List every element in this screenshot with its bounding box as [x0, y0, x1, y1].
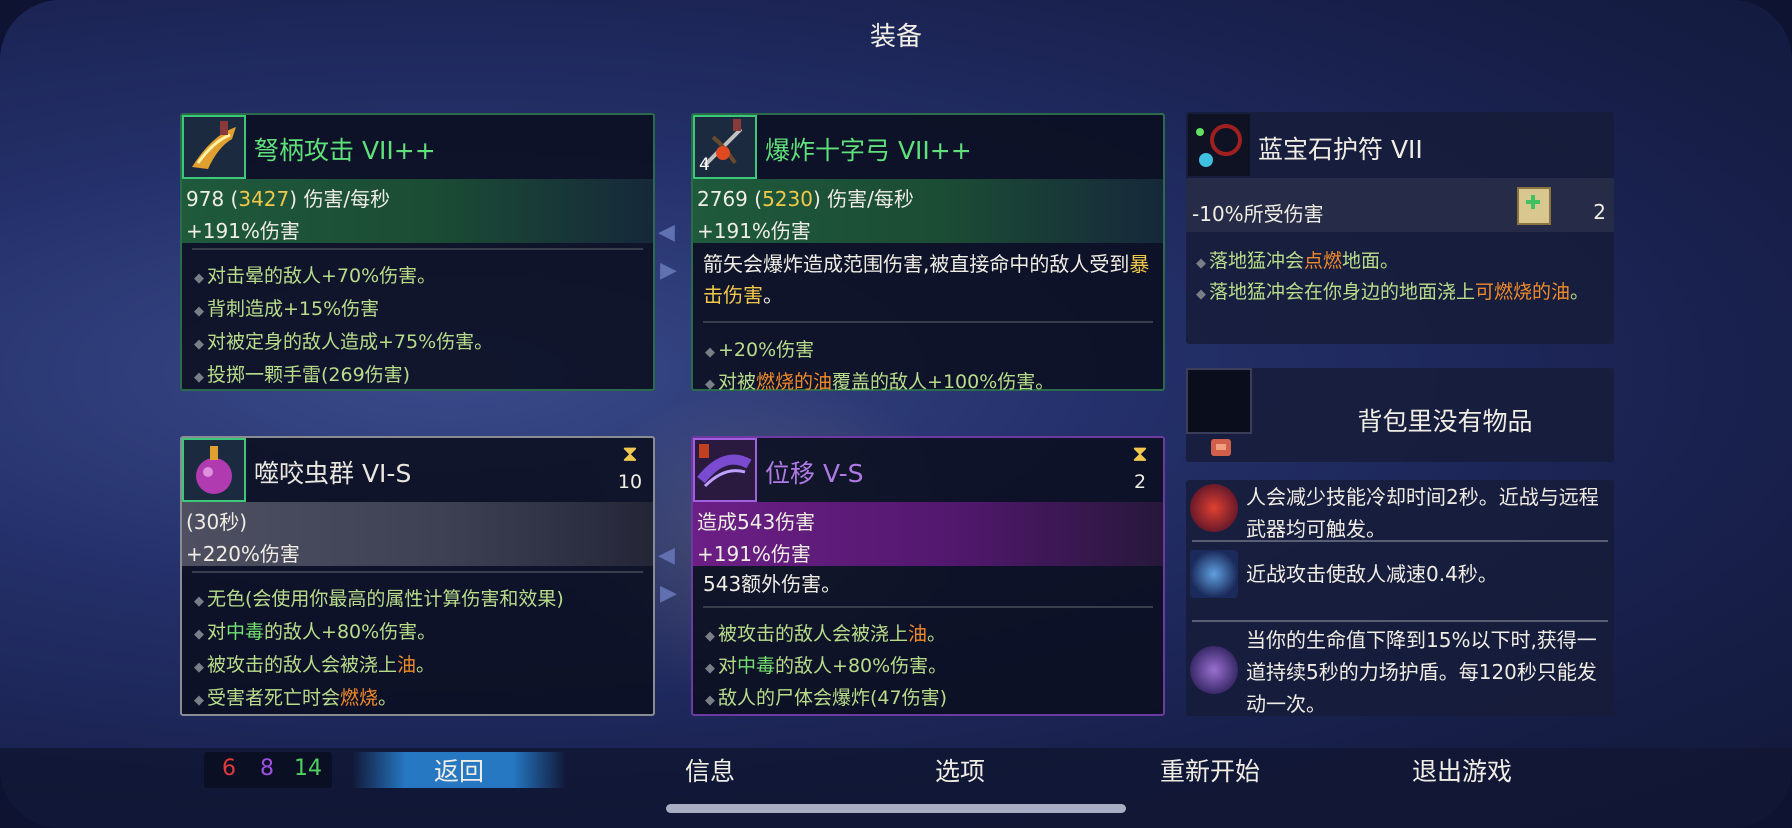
explosive-crossbow-icon: 4	[693, 115, 757, 179]
skill-bullet: ◆ 被攻击的敌人会被浇上油。	[705, 623, 947, 645]
game-screen: 装备 弩柄攻击 VII++ 978 (3427) 伤害/每秒 +191%伤害 ◆…	[0, 0, 1792, 828]
mutation-text: 人会减少技能冷却时间2秒。近战与远程武器均可触发。	[1246, 485, 1599, 541]
hourglass-icon: ⧗	[1132, 442, 1148, 467]
mutation-row[interactable]: 当你的生命值下降到15%以下时,获得一道持续5秒的力场护盾。每120秒只能发动一…	[1186, 624, 1614, 716]
info-button[interactable]: 信息	[610, 752, 810, 788]
backpack-empty-text: 背包里没有物品	[1357, 407, 1533, 436]
weapon-bonus: +191%伤害	[186, 219, 300, 243]
swap-right-arrow-icon[interactable]: ▶	[660, 260, 688, 282]
swarm-potion-icon	[182, 438, 246, 502]
amulet-panel[interactable]: 蓝宝石护符 VII -10%所受伤害 2 ◆ 落地猛冲会点燃地面。 ◆ 落地猛冲会在…	[1186, 112, 1614, 344]
weapon-card-1[interactable]: 弩柄攻击 VII++ 978 (3427) 伤害/每秒 +191%伤害 ◆ 对击晕…	[180, 113, 655, 391]
back-button[interactable]: 返回	[352, 752, 566, 788]
frost-slash-mutation-icon	[1190, 550, 1238, 598]
weapon-bonus: +191%伤害	[697, 219, 811, 243]
page-title: 装备	[869, 22, 922, 52]
skill-bullet: ◆ 被攻击的敌人会被浇上油。	[194, 654, 436, 676]
backpack-icon	[1208, 436, 1234, 458]
skill-stat: 造成543伤害	[697, 510, 816, 534]
options-button[interactable]: 选项	[860, 752, 1060, 788]
ember-mutation-icon	[1190, 484, 1238, 532]
weapon-bullet: ◆ 对被燃烧的油覆盖的敌人+100%伤害。	[705, 371, 1055, 393]
skill-description: 543额外伤害。	[703, 572, 842, 596]
divider	[192, 248, 643, 250]
skill-bullet: ◆ 敌人的尸体会爆炸(47伤害)	[705, 687, 948, 709]
home-indicator[interactable]	[666, 804, 1126, 813]
skill-name: 位移 V-S	[765, 459, 864, 488]
swap-left-arrow-icon[interactable]: ◀	[658, 222, 686, 244]
mutation-row[interactable]: 近战攻击使敌人减速0.4秒。	[1186, 546, 1614, 602]
skill-card-2[interactable]: 位移 V-S ⧗ 2 造成543伤害 +191%伤害 543额外伤害。 ◆ 被攻击的…	[691, 436, 1165, 716]
divider	[703, 321, 1153, 323]
skill-stat: +220%伤害	[186, 542, 300, 566]
amulet-stat: -10%所受伤害	[1192, 202, 1324, 226]
weapon-description: 箭矢会爆炸造成范围伤害,被直接命中的敌人受到暴击伤害。	[703, 252, 1150, 307]
backpack-panel[interactable]: 背包里没有物品	[1186, 368, 1614, 462]
skill-bullet: ◆ 受害者死亡时会燃烧。	[194, 687, 398, 709]
amulet-bullet: ◆ 落地猛冲会点燃地面。	[1196, 250, 1400, 272]
skill-card-1[interactable]: 噬咬虫群 VI-S ⧗ 10 (30秒) +220%伤害 ◆ 无色(会使用你最高的属…	[180, 436, 655, 716]
mutation-text: 当你的生命值下降到15%以下时,获得一道持续5秒的力场护盾。每120秒只能发动一…	[1246, 628, 1597, 716]
weapon-bullet: ◆ 投掷一颗手雷(269伤害)	[194, 364, 411, 386]
divider	[1192, 620, 1608, 622]
weapon-bullet: ◆ 对击晕的敌人+70%伤害。	[194, 265, 437, 287]
skill-cooldown: ⧗ 2	[1123, 442, 1157, 493]
weapon-dps: 978 (3427) 伤害/每秒	[186, 187, 391, 211]
weapon-card-2[interactable]: 4 爆炸十字弓 VII++ 2769 (5230) 伤害/每秒 +191%伤害 …	[691, 113, 1165, 393]
skill-bullet: ◆ 无色(会使用你最高的属性计算伤害和效果)	[194, 588, 564, 610]
skill-name: 噬咬虫群 VI-S	[254, 459, 412, 488]
swap-left-arrow-icon[interactable]: ◀	[658, 545, 686, 567]
brutality-count: 6	[222, 756, 236, 781]
restart-button[interactable]: 重新开始	[1110, 752, 1310, 788]
tactics-count: 8	[260, 756, 274, 781]
divider	[703, 606, 1153, 608]
amulet-bullet: ◆ 落地猛冲会在你身边的地面浇上可燃烧的油。	[1196, 281, 1590, 303]
scroll-stats: 6 8 14	[204, 752, 332, 788]
skill-cooldown: ⧗ 10	[613, 442, 647, 493]
sapphire-amulet-icon	[1188, 114, 1250, 176]
weapon-name: 弩柄攻击 VII++	[254, 136, 436, 165]
weapon-bullet: ◆ 背刺造成+15%伤害	[194, 298, 380, 320]
weapon-bullet: ◆ +20%伤害	[705, 339, 815, 361]
mutation-text: 近战攻击使敌人减速0.4秒。	[1246, 562, 1498, 586]
scroll-icon	[1512, 182, 1556, 230]
skill-stat: +191%伤害	[697, 542, 811, 566]
divider	[192, 571, 643, 573]
divider	[1192, 540, 1608, 542]
weapon-dps: 2769 (5230) 伤害/每秒	[697, 187, 914, 211]
crossbow-bash-icon	[182, 115, 246, 179]
quit-game-button[interactable]: 退出游戏	[1362, 752, 1562, 788]
swap-right-arrow-icon[interactable]: ▶	[660, 583, 688, 605]
skill-stat: (30秒)	[186, 510, 248, 534]
weapon-name: 爆炸十字弓 VII++	[765, 136, 972, 165]
skill-bullet: ◆ 对中毒的敌人+80%伤害。	[705, 655, 948, 677]
scroll-count: 2	[1593, 200, 1606, 224]
weapon-bullet: ◆ 对被定身的敌人造成+75%伤害。	[194, 331, 494, 353]
skill-bullet: ◆ 对中毒的敌人+80%伤害。	[194, 621, 437, 643]
mutations-panel: 人会减少技能冷却时间2秒。近战与远程武器均可触发。 近战攻击使敌人减速0.4秒。…	[1186, 480, 1614, 716]
amulet-name: 蓝宝石护符 VII	[1258, 135, 1423, 164]
displacement-icon	[693, 438, 757, 502]
survival-count: 14	[294, 756, 322, 781]
weapon-count: 4	[699, 155, 710, 175]
force-shield-mutation-icon	[1190, 646, 1238, 694]
hourglass-icon: ⧗	[622, 442, 638, 467]
